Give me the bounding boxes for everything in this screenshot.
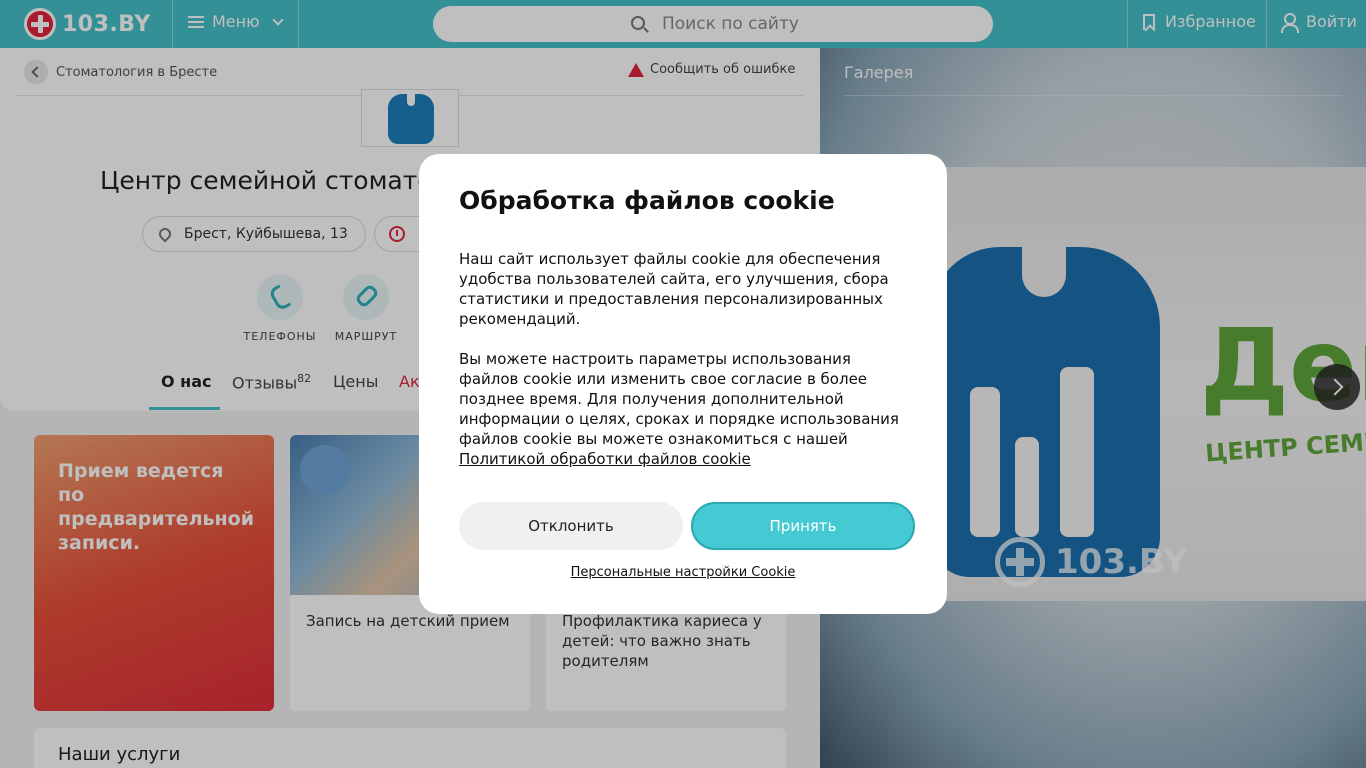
dialog-title: Обработка файлов cookie: [459, 186, 835, 215]
cookie-settings-link[interactable]: Персональные настройки Cookie: [419, 565, 947, 580]
dialog-paragraph: Наш сайт использует файлы cookie для обе…: [459, 250, 889, 328]
dialog-paragraph-text: Вы можете настроить параметры использова…: [459, 350, 899, 448]
dialog-paragraph: Вы можете настроить параметры использова…: [459, 349, 907, 469]
dialog-buttons: Отклонить Принять: [459, 502, 915, 550]
accept-button[interactable]: Принять: [691, 502, 915, 550]
cookie-policy-link[interactable]: Политикой обработки файлов cookie: [459, 450, 751, 468]
cookie-consent-dialog: Обработка файлов cookie Наш сайт использ…: [419, 154, 947, 614]
decline-button[interactable]: Отклонить: [459, 502, 683, 550]
